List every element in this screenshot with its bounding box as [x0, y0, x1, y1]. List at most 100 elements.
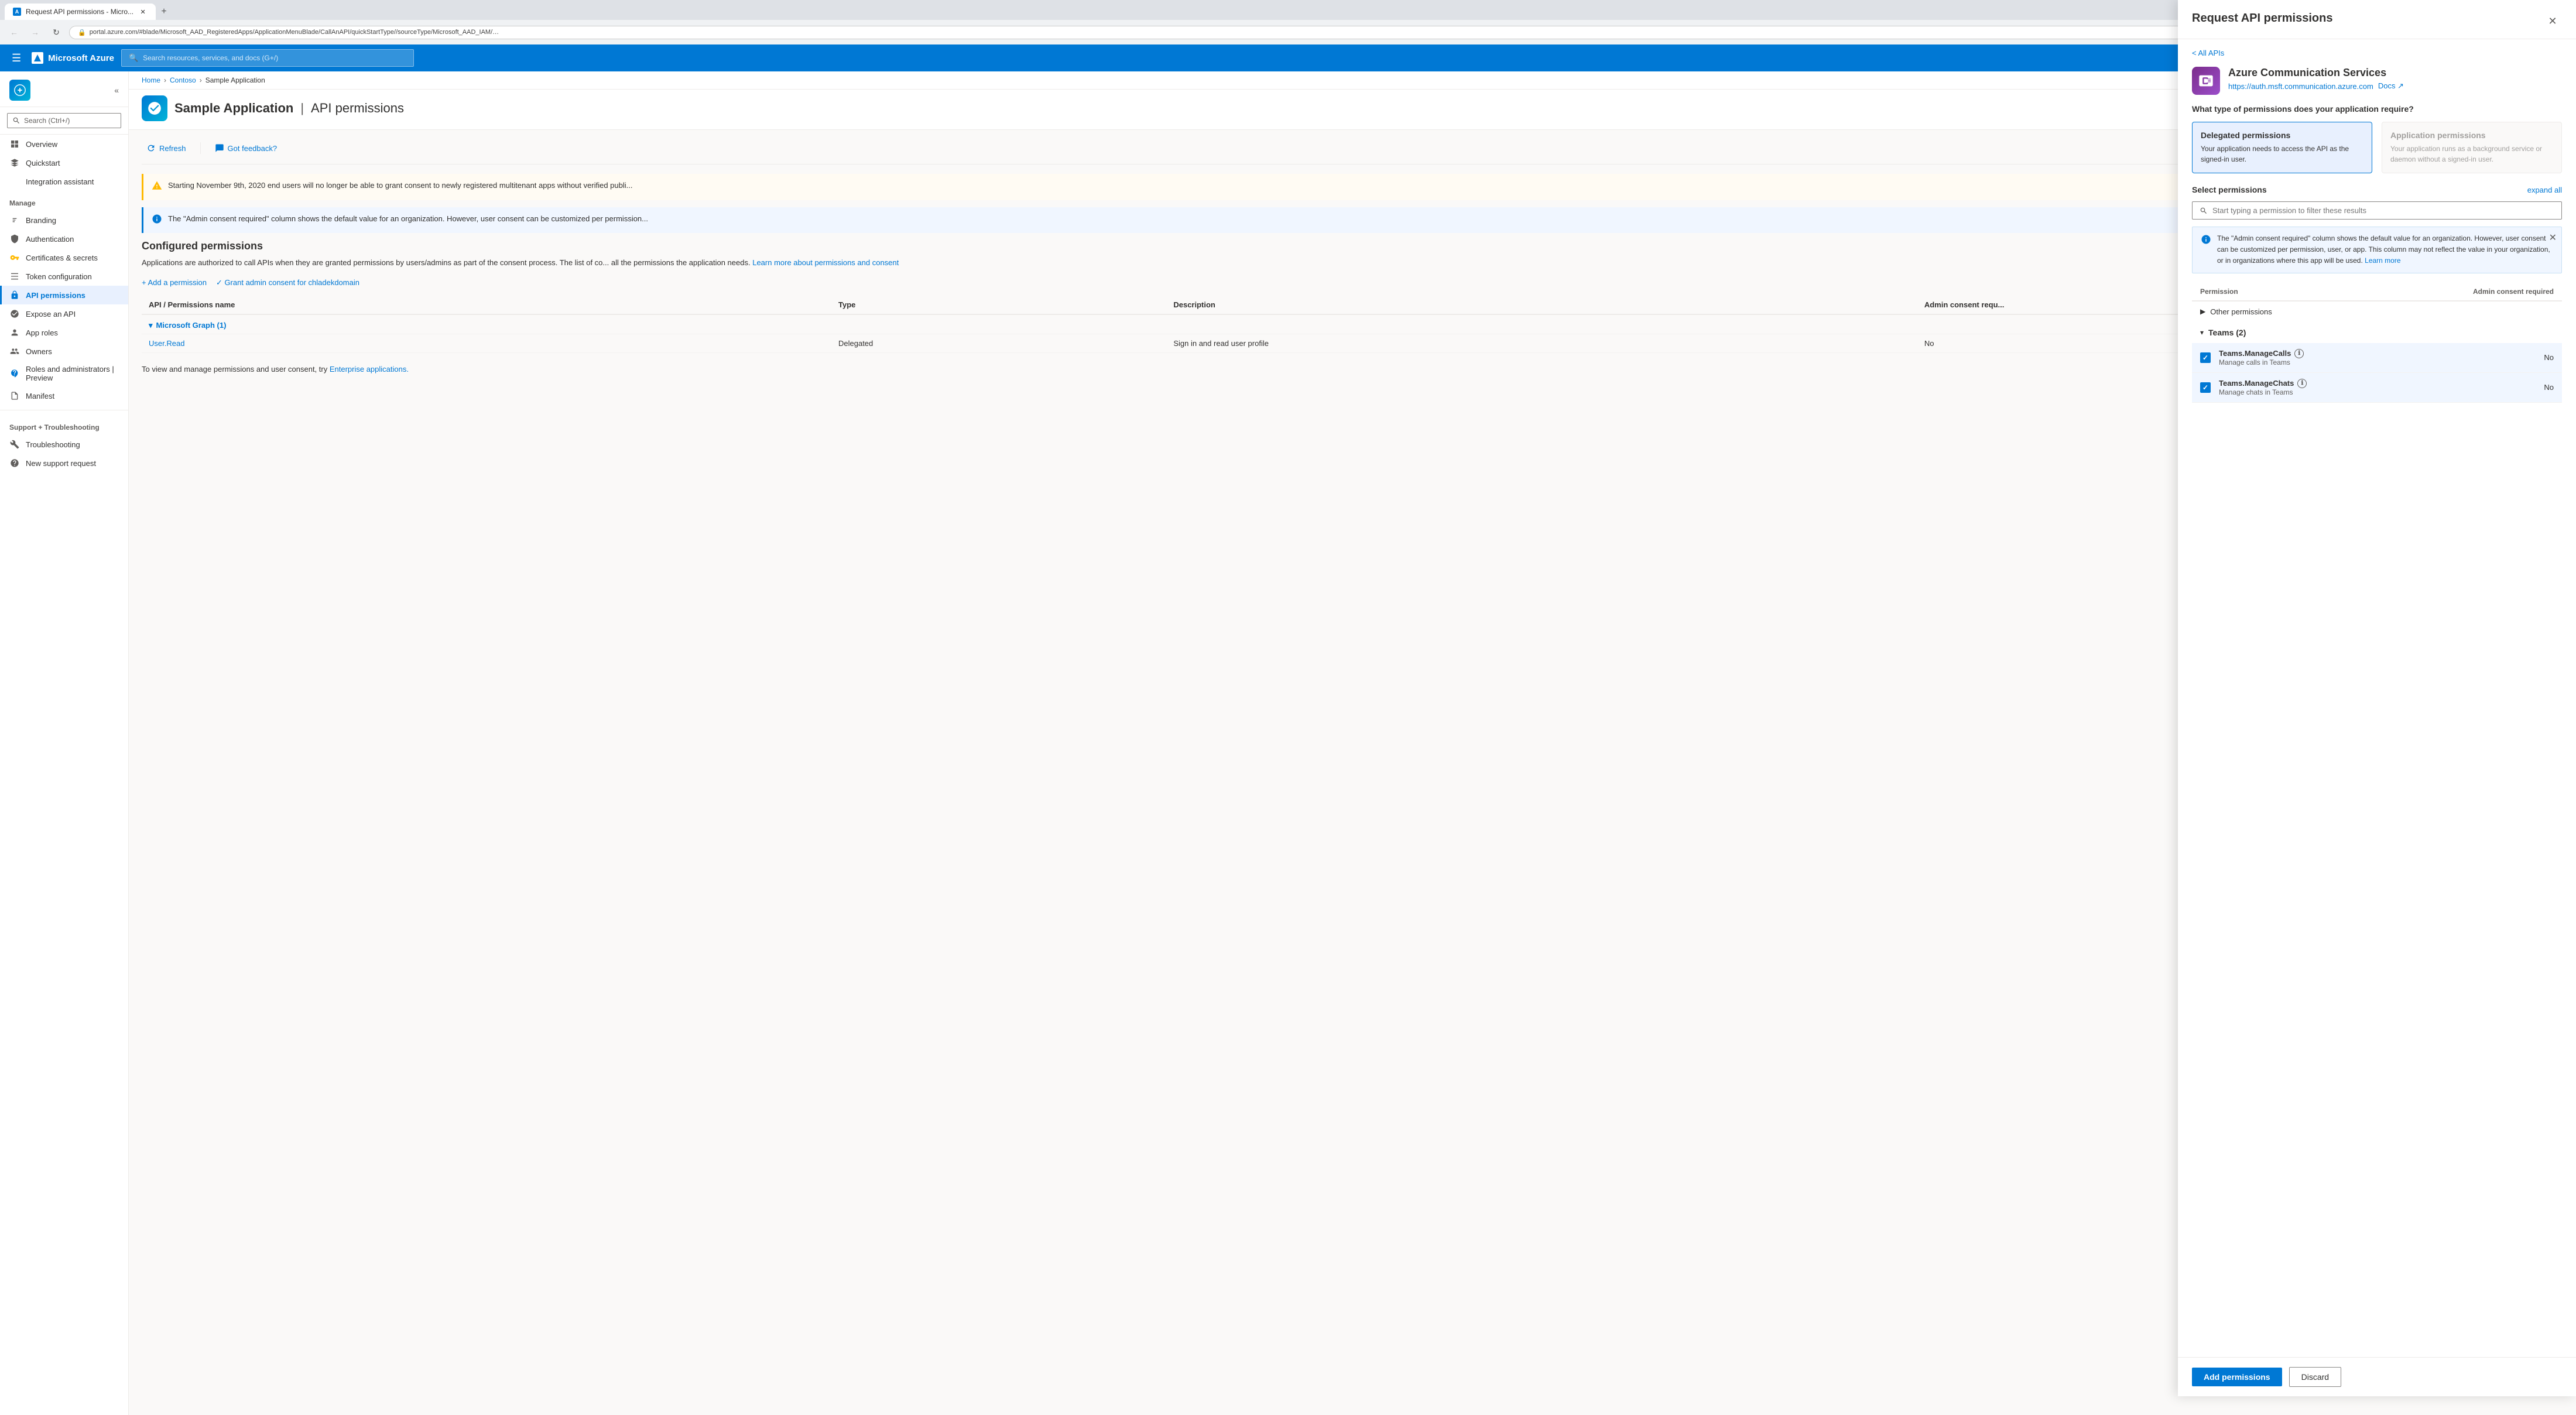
manage-calls-row: ✓ Teams.ManageCalls ℹ Manage calls in Te…: [2192, 343, 2562, 373]
manage-chats-name: Teams.ManageChats ℹ: [2219, 379, 2460, 388]
integration-icon: [9, 176, 20, 187]
add-permissions-button[interactable]: Add permissions: [2192, 1368, 2282, 1386]
azure-search-placeholder: Search resources, services, and docs (G+…: [143, 54, 278, 62]
support-label: New support request: [26, 459, 96, 468]
api-url-link[interactable]: https://auth.msft.communication.azure.co…: [2228, 82, 2373, 91]
owners-label: Owners: [26, 347, 52, 356]
manifest-label: Manifest: [26, 392, 54, 400]
enterprise-apps-link[interactable]: Enterprise applications.: [330, 365, 409, 374]
roles-admin-label: Roles and administrators | Preview: [26, 365, 119, 382]
manage-chats-info-icon[interactable]: ℹ: [2297, 379, 2307, 388]
hamburger-menu[interactable]: ☰: [8, 49, 25, 68]
manage-calls-info-icon[interactable]: ℹ: [2294, 349, 2304, 358]
sidebar-item-authentication[interactable]: Authentication: [0, 229, 128, 248]
sidebar-collapse-button[interactable]: «: [114, 85, 119, 95]
azure-search-bar[interactable]: 🔍 Search resources, services, and docs (…: [121, 49, 414, 67]
authentication-icon: [9, 234, 20, 244]
active-tab[interactable]: A Request API permissions - Micro... ✕: [5, 4, 156, 20]
sidebar-item-overview[interactable]: Overview: [0, 135, 128, 153]
support-icon: [9, 458, 20, 468]
user-read-link[interactable]: User.Read: [149, 339, 184, 348]
reload-button[interactable]: ↻: [48, 24, 64, 40]
tab-title: Request API permissions - Micro...: [26, 8, 133, 16]
page-section-name: API permissions: [311, 101, 404, 116]
grant-consent-button[interactable]: ✓ Grant admin consent for chladekdomain: [216, 278, 359, 287]
tab-close-button[interactable]: ✕: [138, 7, 148, 16]
breadcrumb-contoso[interactable]: Contoso: [170, 76, 196, 84]
search-icon: [2200, 207, 2208, 215]
refresh-button[interactable]: Refresh: [142, 141, 191, 156]
manage-chats-consent: No: [2460, 383, 2554, 392]
sidebar-item-support[interactable]: New support request: [0, 454, 128, 472]
app-roles-label: App roles: [26, 328, 58, 337]
permissions-search-box[interactable]: [2192, 201, 2562, 220]
manage-chats-row: ✓ Teams.ManageChats ℹ Manage chats in Te…: [2192, 373, 2562, 403]
info-text: The "Admin consent required" column show…: [168, 213, 648, 225]
sidebar-item-token[interactable]: Token configuration: [0, 267, 128, 286]
sidebar-item-api-permissions[interactable]: API permissions: [0, 286, 128, 304]
sidebar-item-certificates[interactable]: Certificates & secrets: [0, 248, 128, 267]
page-app-name: Sample Application: [174, 101, 293, 116]
troubleshooting-label: Troubleshooting: [26, 440, 80, 449]
info-banner-learn-more[interactable]: Learn more: [2365, 256, 2400, 265]
perm-filter-input[interactable]: [2212, 206, 2554, 215]
sidebar-search-box[interactable]: Search (Ctrl+/): [7, 113, 121, 128]
panel-close-button[interactable]: ✕: [2543, 12, 2562, 30]
add-permission-button[interactable]: + Add a permission: [142, 278, 207, 287]
api-info: Azure Communication Services https://aut…: [2192, 67, 2562, 95]
sidebar-item-integration[interactable]: Integration assistant: [0, 172, 128, 191]
sidebar-item-expose-api[interactable]: Expose an API: [0, 304, 128, 323]
other-permissions-toggle[interactable]: ▶ Other permissions: [2192, 301, 2562, 322]
info-banner-close-button[interactable]: ✕: [2549, 231, 2557, 246]
learn-more-link[interactable]: Learn more about permissions and consent: [752, 258, 899, 267]
certificates-label: Certificates & secrets: [26, 253, 98, 262]
col-description: Description: [1166, 296, 1917, 314]
sidebar-item-app-roles[interactable]: App roles: [0, 323, 128, 342]
breadcrumb-home[interactable]: Home: [142, 76, 160, 84]
info-icon: [152, 214, 162, 228]
manage-chats-checkbox[interactable]: ✓: [2200, 382, 2211, 393]
application-permissions-card[interactable]: Application permissions Your application…: [2382, 122, 2562, 173]
troubleshooting-icon: [9, 439, 20, 450]
back-to-all-apis-link[interactable]: < All APIs: [2192, 49, 2562, 57]
address-bar[interactable]: 🔒 portal.azure.com/#blade/Microsoft_AAD_…: [69, 26, 2398, 39]
new-tab-button[interactable]: +: [156, 4, 172, 20]
feedback-button[interactable]: Got feedback?: [210, 141, 282, 156]
token-label: Token configuration: [26, 272, 92, 281]
breadcrumb-app: Sample Application: [205, 76, 265, 84]
sidebar-item-owners[interactable]: Owners: [0, 342, 128, 361]
api-permissions-label: API permissions: [26, 291, 85, 300]
select-perm-title: Select permissions: [2192, 185, 2267, 194]
expose-api-label: Expose an API: [26, 310, 76, 318]
checkmark-icon: ✓: [2202, 354, 2208, 362]
forward-button[interactable]: →: [27, 24, 43, 40]
back-button[interactable]: ←: [6, 24, 22, 40]
sidebar-item-troubleshooting[interactable]: Troubleshooting: [0, 435, 128, 454]
toolbar-divider: [200, 142, 201, 154]
manage-section-label: Manage: [0, 191, 128, 211]
tab-favicon: A: [13, 8, 21, 16]
docs-link[interactable]: Docs ↗: [2378, 81, 2404, 91]
azure-logo-icon: [32, 52, 43, 64]
manage-calls-desc: Manage calls in Teams: [2219, 358, 2460, 366]
perm-type-cell: Delegated: [831, 334, 1166, 352]
sidebar-search-placeholder: Search (Ctrl+/): [24, 117, 70, 125]
manage-calls-checkbox[interactable]: ✓: [2200, 352, 2211, 363]
sidebar-search-area: Search (Ctrl+/): [0, 107, 128, 135]
owners-icon: [9, 346, 20, 357]
tab-bar: A Request API permissions - Micro... ✕ +: [5, 4, 172, 20]
discard-button[interactable]: Discard: [2289, 1367, 2341, 1387]
sidebar-item-manifest[interactable]: Manifest: [0, 386, 128, 405]
token-icon: [9, 271, 20, 282]
teams-permissions-group: ▾ Teams (2) ✓ Teams.ManageCalls ℹ Manage…: [2192, 322, 2562, 403]
warning-text: Starting November 9th, 2020 end users wi…: [168, 180, 632, 191]
teams-group-header[interactable]: ▾ Teams (2): [2192, 322, 2562, 343]
sidebar-item-roles-admin[interactable]: Roles and administrators | Preview: [0, 361, 128, 386]
sidebar-item-quickstart[interactable]: Quickstart: [0, 153, 128, 172]
delegated-permissions-card[interactable]: Delegated permissions Your application n…: [2192, 122, 2372, 173]
sidebar: « Search (Ctrl+/) Overview Quickstart: [0, 71, 129, 1415]
sidebar-item-branding[interactable]: Branding: [0, 211, 128, 229]
select-perm-header: Select permissions expand all: [2192, 185, 2562, 194]
info-banner-text: The "Admin consent required" column show…: [2217, 233, 2553, 267]
expand-all-link[interactable]: expand all: [2527, 186, 2562, 194]
